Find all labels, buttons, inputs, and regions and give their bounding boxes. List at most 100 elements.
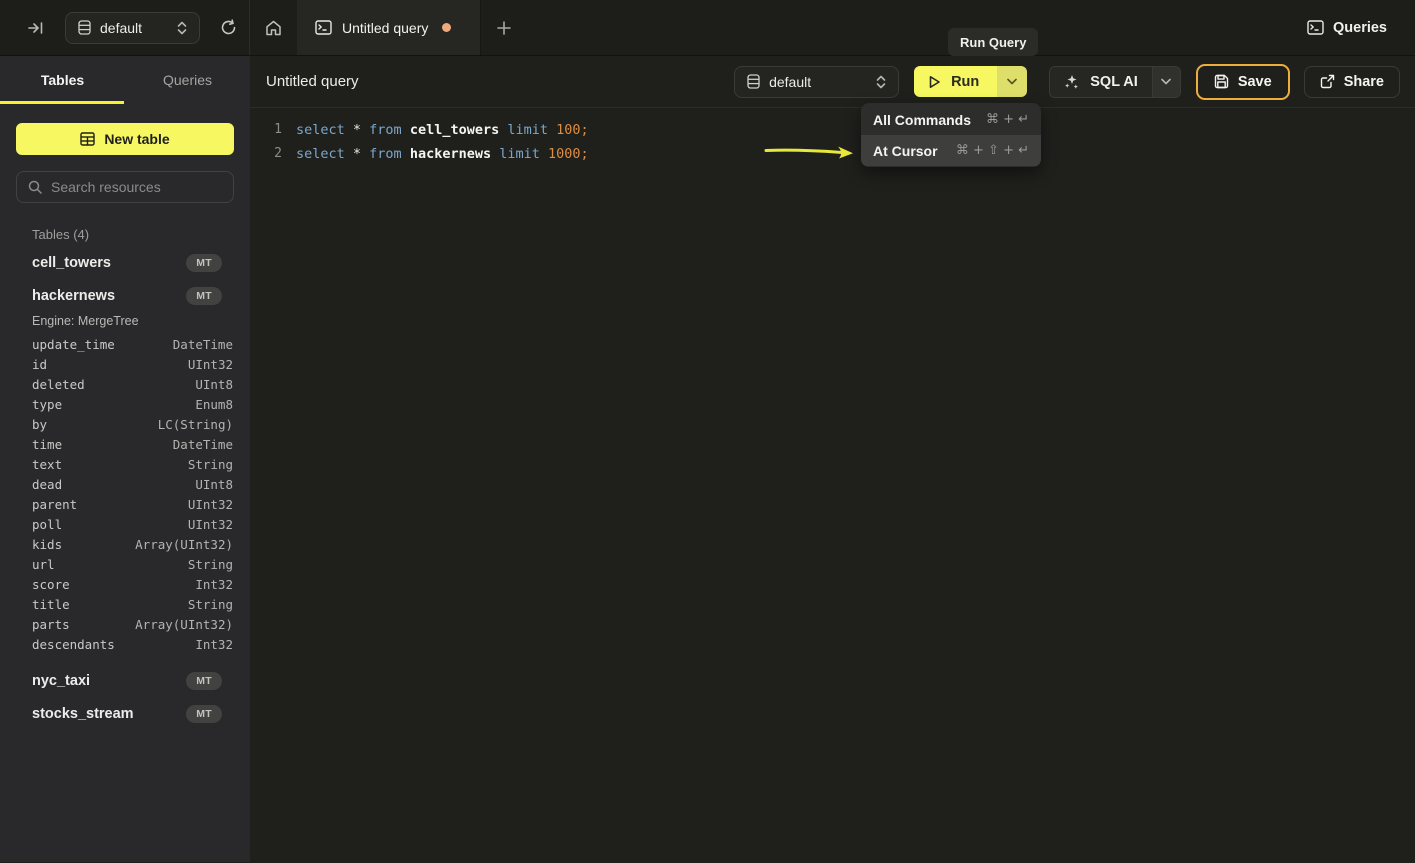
column-row[interactable]: text String (0, 454, 250, 474)
column-row[interactable]: descendantsInt32 (0, 634, 250, 654)
topbar-database-selector[interactable]: default (65, 12, 200, 44)
column-row[interactable]: pollUInt32 (0, 514, 250, 534)
home-tab[interactable] (250, 0, 297, 55)
share-icon (1320, 74, 1335, 89)
run-dropdown-button[interactable] (997, 66, 1027, 97)
header-controls: default (734, 64, 1400, 100)
column-type: UInt32 (188, 357, 233, 372)
engine-badge: MT (186, 705, 222, 723)
table-row-stocks_stream[interactable]: stocks_streamMT (0, 697, 250, 730)
share-button[interactable]: Share (1304, 66, 1400, 98)
code-line[interactable]: 2select * from hackernews limit 1000; (250, 142, 1415, 166)
column-row[interactable]: scoreInt32 (0, 574, 250, 594)
spacer (0, 654, 250, 664)
token-punc: ; (581, 146, 589, 162)
new-tab-button[interactable] (481, 0, 527, 55)
run-split-button: Run (914, 66, 1027, 97)
table-row-hackernews[interactable]: hackernewsMT (0, 279, 250, 312)
column-row[interactable]: parentUInt32 (0, 494, 250, 514)
chevron-down-icon (1007, 78, 1017, 85)
sidebar-tab-tables[interactable]: Tables (0, 56, 125, 104)
refresh-icon (220, 19, 237, 36)
column-row[interactable]: typeEnum8 (0, 394, 250, 414)
column-name: update_time (32, 337, 115, 352)
column-name: type (32, 397, 62, 412)
column-name: kids (32, 537, 62, 552)
table-name: cell_towers (32, 255, 111, 271)
chevron-updown-icon (177, 21, 187, 35)
table-grid-icon (80, 132, 95, 146)
column-name: text (32, 457, 62, 472)
collapse-sidebar-button[interactable] (24, 17, 48, 39)
menu-item-all-commands[interactable]: All Commands⌘ + ↵ (861, 104, 1041, 135)
run-query-tooltip: Run Query (948, 28, 1038, 56)
topbar-database-label: default (100, 20, 168, 36)
search-input[interactable] (51, 179, 222, 195)
column-row[interactable]: timeDateTime (0, 434, 250, 454)
search-icon (28, 180, 42, 194)
refresh-button[interactable] (216, 15, 241, 40)
token-kw: limit (507, 122, 556, 138)
token-tbl: cell_towers (410, 122, 508, 138)
sql-editor[interactable]: 1select * from cell_towers limit 100;2 se… (250, 108, 1415, 862)
column-name: deleted (32, 377, 85, 392)
code-line[interactable]: 1select * from cell_towers limit 100; (250, 118, 1415, 142)
table-row-nyc_taxi[interactable]: nyc_taxiMT (0, 664, 250, 697)
column-type: UInt8 (195, 377, 233, 392)
save-button[interactable]: Save (1196, 64, 1290, 100)
column-type: String (188, 457, 233, 472)
token-op: * (353, 146, 369, 162)
save-icon (1214, 74, 1229, 89)
query-database-selector[interactable]: default (734, 66, 899, 98)
column-row[interactable]: partsArray(UInt32) (0, 614, 250, 634)
main-header: Untitled query default (250, 56, 1415, 108)
column-row[interactable]: dead UInt8 (0, 474, 250, 494)
column-name: score (32, 577, 70, 592)
menu-item-shortcut: ⌘ + ⇧ + ↵ (956, 143, 1029, 158)
new-table-label: New table (104, 131, 169, 147)
token-kw: from (369, 146, 410, 162)
token-kw: select (296, 122, 353, 138)
sidebar-tab-queries[interactable]: Queries (125, 56, 250, 104)
token-tbl: hackernews (410, 146, 499, 162)
column-type: UInt8 (195, 477, 233, 492)
sql-ai-dropdown-button[interactable] (1152, 67, 1180, 97)
query-database-label: default (769, 74, 867, 90)
column-row[interactable]: titleString (0, 594, 250, 614)
sql-ai-button[interactable]: SQL AI (1050, 67, 1152, 97)
column-row[interactable]: by LC(String) (0, 414, 250, 434)
column-row[interactable]: idUInt32 (0, 354, 250, 374)
column-row[interactable]: kidsArray(UInt32) (0, 534, 250, 554)
app-window: default (0, 0, 1415, 863)
terminal-icon (315, 20, 332, 35)
column-type: LC(String) (158, 417, 233, 432)
token-kw: select (296, 146, 353, 162)
search-box[interactable] (16, 171, 234, 203)
column-row[interactable]: deleted UInt8 (0, 374, 250, 394)
column-type: Array(UInt32) (135, 617, 233, 632)
token-punc: ; (581, 122, 589, 138)
column-name: parent (32, 497, 77, 512)
line-number: 2 (250, 142, 282, 166)
query-tab[interactable]: Untitled query (297, 0, 481, 55)
new-table-button[interactable]: New table (16, 123, 234, 155)
table-row-cell_towers[interactable]: cell_towersMT (0, 246, 250, 279)
run-button[interactable]: Run (914, 66, 997, 97)
column-type: String (188, 597, 233, 612)
column-type: Int32 (195, 637, 233, 652)
column-name: dead (32, 477, 62, 492)
sparkles-icon (1064, 74, 1080, 90)
save-label: Save (1238, 74, 1272, 90)
menu-item-label: At Cursor (873, 143, 938, 159)
chevron-down-icon (1161, 78, 1171, 85)
menu-item-at-cursor[interactable]: At Cursor ⌘ + ⇧ + ↵ (861, 135, 1041, 166)
engine-badge: MT (186, 672, 222, 690)
topbar-left: default (0, 0, 250, 55)
column-row[interactable]: urlString (0, 554, 250, 574)
column-name: time (32, 437, 62, 452)
play-icon (928, 75, 941, 89)
column-type: UInt32 (188, 517, 233, 532)
queries-button[interactable]: Queries (1307, 0, 1387, 55)
column-name: by (32, 417, 47, 432)
column-row[interactable]: update_timeDateTime (0, 334, 250, 354)
